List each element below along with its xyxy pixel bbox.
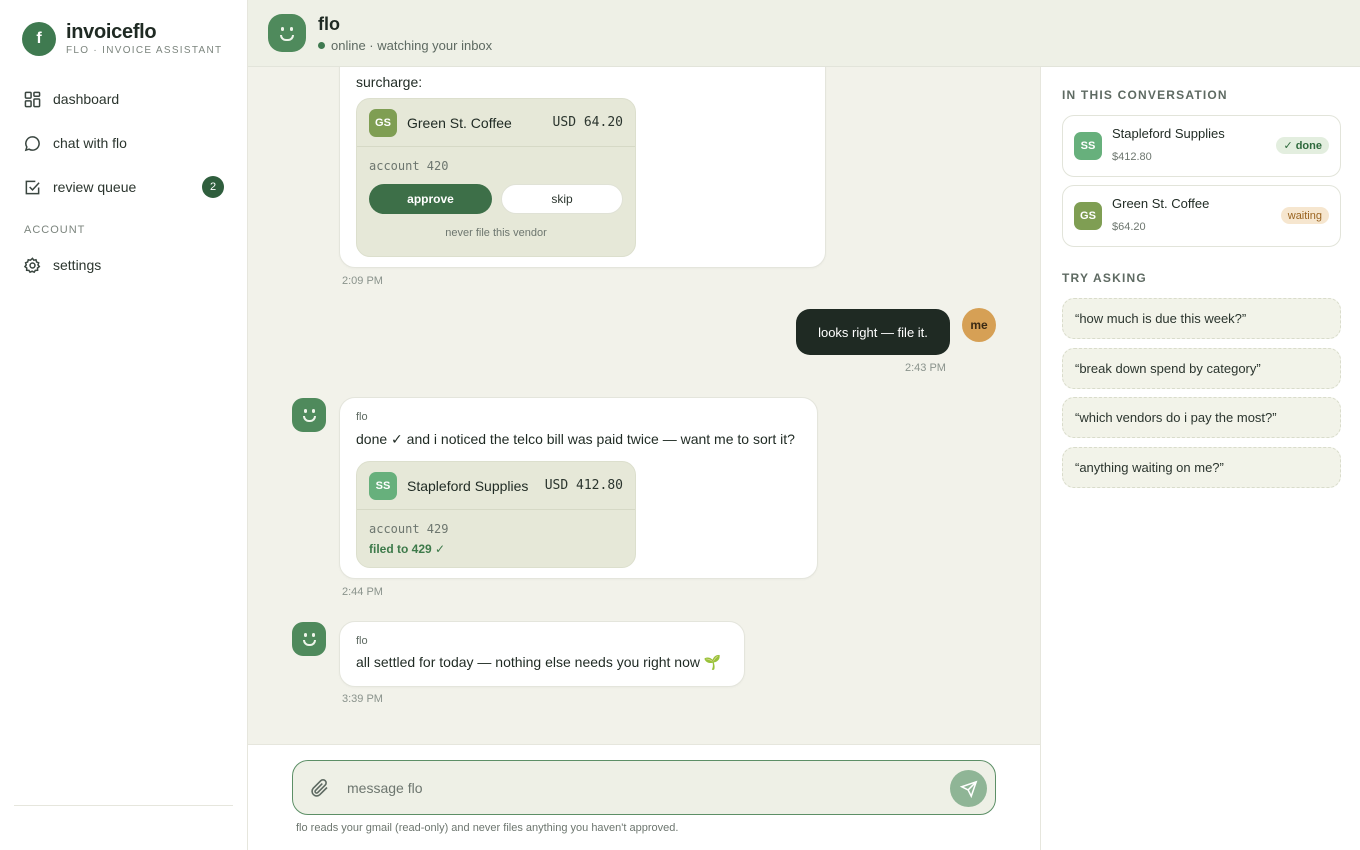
skip-button[interactable]: skip — [501, 184, 623, 214]
review-count-badge: 2 — [202, 176, 224, 198]
status-badge: ✓ done — [1276, 137, 1329, 154]
suggestion-chip[interactable]: “which vendors do i pay the most?” — [1062, 397, 1341, 438]
invoice-amount: USD 412.80 — [544, 478, 623, 493]
sidebar-item-label: chat with flo — [53, 135, 127, 151]
vendor-badge: GS — [369, 108, 397, 137]
flo-avatar — [268, 14, 306, 52]
brand-logo: f — [22, 22, 56, 56]
message-text: all settled for today — nothing else nee… — [356, 654, 722, 670]
invoice-card: SS Stapleford Supplies USD 412.80 accoun… — [356, 461, 636, 568]
send-button[interactable] — [950, 770, 987, 807]
never-file-vendor-link[interactable]: never file this vendor — [357, 227, 635, 239]
bot-message: flo all settled for today — nothing else… — [339, 621, 745, 687]
conversation-invoice-card[interactable]: GS Green St. Coffee $64.20 waiting — [1062, 185, 1341, 247]
message-timestamp: 3:39 PM — [342, 693, 383, 705]
sidebar-item-dashboard[interactable]: dashboard — [14, 80, 234, 118]
suggestion-chip[interactable]: “anything waiting on me?” — [1062, 447, 1341, 488]
bot-message: surcharge: GS Green St. Coffee USD 64.20… — [339, 67, 826, 268]
flo-avatar — [292, 398, 326, 432]
online-dot-icon — [318, 41, 325, 49]
suggestion-chip[interactable]: “break down spend by category” — [1062, 348, 1341, 389]
vendor-badge: SS — [1074, 132, 1102, 160]
sidebar-item-label: settings — [53, 257, 102, 273]
grid-icon — [24, 91, 41, 107]
paperclip-icon[interactable] — [309, 777, 331, 799]
vendor-name: Stapleford Supplies — [1112, 126, 1225, 141]
gear-icon — [24, 256, 41, 273]
suggestion-chip[interactable]: “how much is due this week?” — [1062, 298, 1341, 339]
approve-button[interactable]: approve — [369, 184, 492, 214]
privacy-note: flo reads your gmail (read-only) and nev… — [296, 822, 679, 834]
invoice-card: GS Green St. Coffee USD 64.20 account 42… — [356, 98, 636, 257]
invoice-amount: USD 64.20 — [552, 115, 623, 130]
send-icon — [959, 780, 977, 798]
brand[interactable]: f invoiceflo FLO · INVOICE ASSISTANT — [22, 22, 222, 56]
message-input[interactable] — [347, 775, 927, 801]
sender-name: flo — [356, 635, 368, 647]
user-avatar: me — [962, 308, 996, 342]
message-timestamp: 2:43 PM — [905, 362, 946, 374]
user-message: looks right — file it. — [796, 309, 950, 355]
sidebar-item-review-queue[interactable]: review queue 2 — [14, 168, 234, 206]
message-text: surcharge: — [356, 74, 423, 90]
brand-subtitle: FLO · INVOICE ASSISTANT — [66, 45, 223, 56]
sidebar-item-chat[interactable]: chat with flo — [14, 124, 234, 162]
vendor-name: Green St. Coffee — [407, 114, 512, 131]
conversation-invoice-card[interactable]: SS Stapleford Supplies $412.80 ✓ done — [1062, 115, 1341, 177]
bot-message: flo done ✓ and i noticed the telco bill … — [339, 397, 818, 579]
sidebar-nav: dashboard chat with flo review queue 2 A… — [14, 80, 234, 290]
composer — [292, 760, 996, 815]
vendor-name: Stapleford Supplies — [407, 477, 529, 494]
filed-status: filed to 429 ✓ — [369, 542, 446, 556]
vendor-badge: SS — [369, 471, 397, 500]
invoice-amount: $64.20 — [1112, 221, 1146, 233]
invoice-amount: $412.80 — [1112, 151, 1152, 163]
brand-name: invoiceflo — [66, 21, 157, 43]
chat-title: flo — [318, 13, 340, 34]
chat-bubble-icon — [24, 135, 40, 151]
status-badge: waiting — [1280, 207, 1329, 224]
composer-area: flo reads your gmail (read-only) and nev… — [248, 744, 1040, 850]
message-timestamp: 2:09 PM — [342, 275, 383, 287]
conversation-section-title: IN THIS CONVERSATION — [1062, 88, 1228, 102]
sidebar: f invoiceflo FLO · INVOICE ASSISTANT das… — [0, 0, 248, 850]
vendor-badge: GS — [1074, 202, 1102, 230]
account-section-label: ACCOUNT — [24, 224, 86, 236]
account-code: account 429 — [369, 522, 449, 536]
sender-name: flo — [356, 411, 368, 423]
status-text: online · watching your inbox — [331, 37, 493, 53]
sidebar-item-label: review queue — [53, 179, 137, 195]
status-line: online · watching your inbox — [318, 38, 492, 53]
chat-thread[interactable]: surcharge: GS Green St. Coffee USD 64.20… — [248, 67, 1040, 744]
vendor-name: Green St. Coffee — [1112, 196, 1210, 211]
context-panel: IN THIS CONVERSATION SS Stapleford Suppl… — [1040, 67, 1360, 850]
flo-avatar — [292, 622, 326, 656]
chat-header: flo online · watching your inbox — [248, 0, 1360, 67]
sidebar-divider — [14, 805, 233, 806]
account-code: account 420 — [369, 159, 449, 173]
message-text: done ✓ and i noticed the telco bill was … — [356, 431, 795, 447]
sidebar-item-label: dashboard — [53, 91, 120, 107]
try-asking-section-title: TRY ASKING — [1062, 271, 1147, 285]
sidebar-item-settings[interactable]: settings — [14, 246, 234, 284]
checkbox-icon — [25, 180, 40, 194]
message-timestamp: 2:44 PM — [342, 586, 383, 598]
